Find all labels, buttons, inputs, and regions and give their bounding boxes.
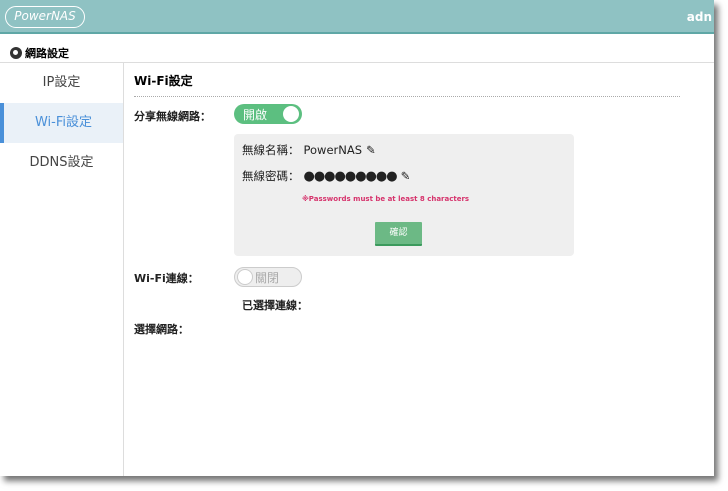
ssid-row: 無線名稱： PowerNAS ✎ — [242, 142, 376, 158]
globe-icon — [10, 46, 22, 59]
choose-network-label: 選擇網路： — [134, 323, 189, 336]
sidebar-item-wifi[interactable]: Wi-Fi設定 — [0, 103, 123, 143]
pencil-icon[interactable]: ✎ — [366, 143, 376, 157]
user-menu[interactable]: adn — [687, 10, 712, 24]
password-error: ※Passwords must be at least 8 characters — [302, 195, 470, 203]
top-header: PowerNAS adn — [0, 0, 714, 34]
app-window: PowerNAS adn 網路設定 IP設定 Wi-Fi設定 DDNS設定 Wi… — [0, 0, 714, 476]
toggle-knob — [283, 106, 299, 122]
sidebar: IP設定 Wi-Fi設定 DDNS設定 — [0, 63, 124, 476]
main-content: Wi-Fi設定 分享無線網路： 開啟 無線名稱： PowerNAS ✎ 無線密碼… — [134, 63, 694, 336]
password-label: 無線密碼： — [242, 169, 300, 183]
toggle-knob — [237, 269, 253, 285]
ssid-label: 無線名稱： — [242, 143, 300, 157]
wifi-connect-label: Wi-Fi連線： — [134, 272, 199, 285]
sidebar-item-ddns[interactable]: DDNS設定 — [0, 143, 123, 183]
wifi-settings-panel: 無線名稱： PowerNAS ✎ 無線密碼： ●●●●●●●●● ✎ ※Pass… — [234, 134, 574, 256]
selected-connection-label: 已選擇連線： — [242, 299, 308, 312]
password-row: 無線密碼： ●●●●●●●●● ✎ — [242, 168, 410, 184]
pencil-icon[interactable]: ✎ — [401, 169, 411, 183]
toggle-label: 關閉 — [255, 271, 280, 285]
powernas-logo[interactable]: PowerNAS — [5, 6, 85, 28]
wifi-connect-toggle[interactable]: 關閉 — [234, 267, 302, 287]
share-label: 分享無線網路： — [134, 110, 211, 123]
share-wifi-toggle[interactable]: 開啟 — [234, 104, 302, 124]
page-header: 網路設定 — [0, 36, 714, 63]
sidebar-item-ip[interactable]: IP設定 — [0, 63, 123, 103]
ssid-value: PowerNAS — [303, 143, 363, 157]
section-title: Wi-Fi設定 — [134, 72, 680, 97]
confirm-button[interactable]: 確認 — [375, 222, 422, 246]
toggle-label: 開啟 — [243, 108, 268, 122]
password-value: ●●●●●●●●● — [303, 168, 398, 184]
page-title: 網路設定 — [25, 46, 69, 60]
